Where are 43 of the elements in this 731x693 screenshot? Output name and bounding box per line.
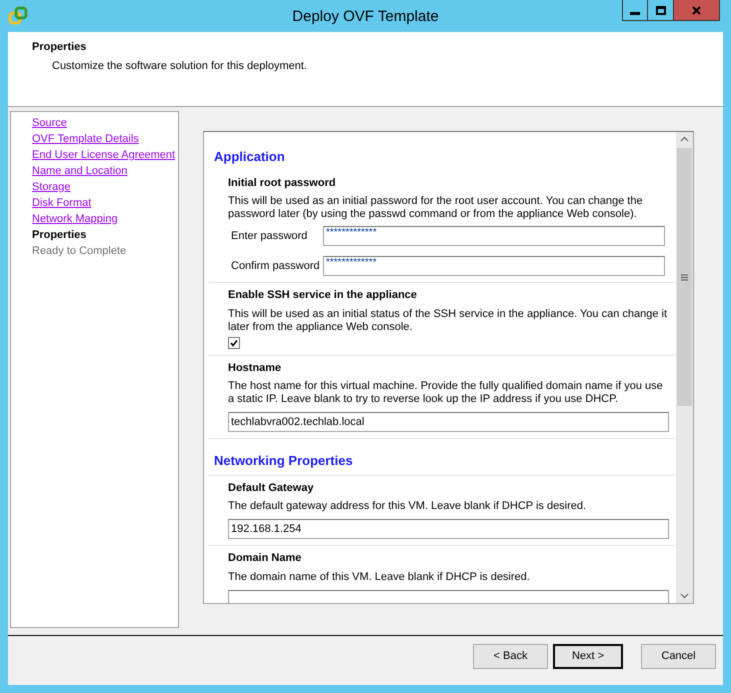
step-link[interactable]: Source: [32, 115, 67, 131]
step-link[interactable]: Disk Format: [32, 195, 92, 211]
text-field[interactable]: techlabvra002.techlab.local: [228, 412, 669, 432]
scroll-down-icon[interactable]: [680, 593, 689, 599]
step-link[interactable]: OVF Template Details: [32, 131, 139, 147]
property-title: Default Gateway: [228, 480, 315, 496]
scrollbar[interactable]: [676, 132, 693, 603]
window-title: Deploy OVF Template: [291, 7, 440, 27]
checkbox[interactable]: [228, 336, 240, 348]
property-title: Enable SSH service in the appliance: [228, 288, 418, 303]
step-link[interactable]: End User License Agreement: [32, 147, 176, 163]
step-link[interactable]: Storage: [32, 179, 71, 195]
property-title: Domain Name: [228, 551, 302, 566]
section-heading: Networking Properties: [214, 453, 353, 468]
property-description: The host name for this virtual machine. Provide the fully qualified domain name if you use a static IP. Leave blank to try to reverse look up the IP address if you use DHCP.: [228, 380, 664, 406]
checkmark-icon: [230, 338, 238, 346]
dialog-button[interactable]: Cancel: [641, 644, 716, 669]
step-link: Ready to Complete: [32, 244, 126, 259]
minimize-button[interactable]: [622, 0, 648, 21]
field-label: Enter password: [230, 228, 308, 244]
property-description: The default gateway address for this VM. Leave blank if DHCP is desired.: [228, 500, 588, 513]
dialog-button[interactable]: Next >: [553, 644, 623, 669]
grip-icon: [681, 274, 688, 280]
dialog-button[interactable]: < Back: [473, 644, 548, 669]
property-description: This will be used as an initial status of the SSH service in the appliance. You can change it later from the appliance Web console.: [228, 308, 668, 334]
step-link[interactable]: Name and Location: [32, 163, 128, 179]
app-logo-icon: [8, 6, 28, 26]
property-description: This will be used as an initial password for the root user account. You can change the password later (by using the passwd command or from the appliance Web console).: [228, 195, 644, 221]
section-heading: Application: [214, 149, 285, 164]
header-title: Properties: [32, 40, 88, 55]
header-subtitle: Customize the software solution for this deployment.: [51, 58, 308, 74]
password-field[interactable]: *************: [323, 256, 665, 276]
scroll-up-icon[interactable]: [680, 136, 689, 142]
scroll-thumb[interactable]: [677, 148, 692, 406]
property-description: The domain name of this VM. Leave blank if DHCP is desired.: [228, 570, 531, 584]
property-title: Hostname: [228, 360, 282, 376]
field-label: Confirm password: [230, 258, 321, 274]
password-field[interactable]: *************: [323, 226, 665, 246]
property-title: Initial root password: [228, 176, 337, 190]
text-field[interactable]: 192.168.1.254: [228, 519, 669, 539]
close-icon: [692, 6, 701, 14]
step-link[interactable]: Network Mapping: [32, 211, 118, 227]
close-button[interactable]: [674, 0, 720, 21]
